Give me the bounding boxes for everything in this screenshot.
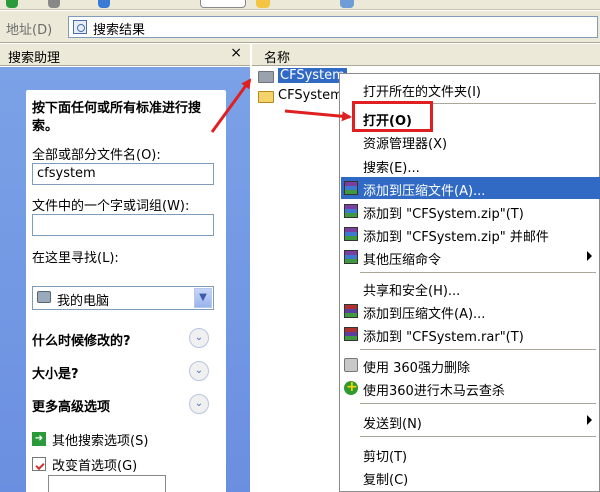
winrar-icon (344, 304, 358, 318)
up-folder-button[interactable] (98, 0, 110, 8)
folder-icon (258, 91, 274, 103)
address-path: 搜索结果 (93, 23, 146, 38)
shredder-icon (344, 358, 358, 372)
search-button[interactable] (48, 475, 166, 492)
search-panel-header: 搜索助理 × (0, 44, 250, 66)
file-name: CFSystem (278, 88, 343, 103)
chevron-down-icon[interactable]: ▼ (194, 288, 212, 308)
filename-label: 全部或部分文件名(O): (32, 148, 161, 163)
file-list-header: 名称 (252, 44, 600, 66)
menu-search[interactable]: 搜索(E)... (341, 154, 600, 176)
menu-open-containing-folder[interactable]: 打开所在的文件夹(I) (341, 78, 600, 100)
phrase-input[interactable] (32, 214, 214, 236)
close-icon[interactable]: × (230, 45, 242, 61)
menu-add-to-rar[interactable]: 添加到 "CFSystem.rar"(T) (341, 323, 600, 345)
arrow-right-icon: ➜ (32, 432, 46, 446)
menu-add-to-archive-rar[interactable]: 添加到压缩文件(A)... (341, 300, 600, 322)
menu-item-label: 复制(C) (363, 473, 409, 488)
annotation-highlight-box (352, 101, 433, 132)
other-search-options-link[interactable]: 其他搜索选项(S) (52, 430, 148, 449)
folder-icon (258, 71, 274, 83)
security-360-icon (344, 379, 358, 395)
search-form: 按下面任何或所有标准进行搜索。 全部或部分文件名(O): cfsystem 文件… (26, 90, 226, 492)
expand-advanced-icon[interactable]: ⌄ (189, 394, 209, 414)
menu-item-label: 剪切(T) (363, 450, 408, 465)
menu-item-label: 其他压缩命令 (363, 253, 442, 268)
search-panel: 按下面任何或所有标准进行搜索。 全部或部分文件名(O): cfsystem 文件… (0, 67, 250, 492)
menu-360-force-delete[interactable]: 使用 360强力删除 (341, 354, 600, 376)
lookin-select[interactable]: 我的电脑 ▼ (32, 286, 214, 310)
context-menu: 打开所在的文件夹(I) 打开(O) 资源管理器(X) 搜索(E)... 添加到压… (339, 73, 600, 492)
archive-icon (344, 181, 358, 195)
menu-item-label: 添加到压缩文件(A)... (363, 184, 486, 199)
menu-item-label: 添加到 "CFSystem.zip"(T) (363, 207, 524, 222)
menu-sharing-security[interactable]: 共享和安全(H)... (341, 277, 600, 299)
archive-icon (344, 204, 358, 218)
toolbar (0, 0, 600, 10)
folders-button[interactable] (256, 0, 270, 8)
archive-icon (344, 227, 358, 241)
menu-item-label: 打开所在的文件夹(I) (363, 85, 481, 100)
file-name: CFSystem (278, 68, 347, 83)
menu-add-to-zip-email[interactable]: 添加到 "CFSystem.zip" 并邮件 (341, 223, 600, 245)
forward-button[interactable] (48, 0, 60, 8)
menu-other-compress[interactable]: 其他压缩命令 (341, 246, 600, 268)
when-modified-label[interactable]: 什么时候修改的? (32, 330, 131, 349)
menu-360-trojan-scan[interactable]: 使用360进行木马云查杀 (341, 377, 600, 399)
submenu-arrow-icon (587, 251, 592, 261)
address-input[interactable]: 搜索结果 (68, 16, 598, 38)
filename-input[interactable]: cfsystem (32, 163, 214, 185)
menu-copy[interactable]: 复制(C) (341, 466, 600, 488)
menu-cut[interactable]: 剪切(T) (341, 443, 600, 465)
menu-item-label: 发送到(N) (363, 417, 422, 432)
search-toolbar-button[interactable] (200, 0, 246, 8)
views-button[interactable] (340, 0, 354, 8)
change-preferences-link[interactable]: 改变首选项(G) (52, 455, 137, 474)
address-label: 地址(D) (6, 23, 53, 38)
menu-add-to-archive-zip[interactable]: 添加到压缩文件(A)... (341, 177, 600, 199)
menu-add-to-zip[interactable]: 添加到 "CFSystem.zip"(T) (341, 200, 600, 222)
checklist-icon (32, 457, 46, 471)
menu-item-label: 添加到压缩文件(A)... (363, 307, 486, 322)
menu-item-label: 使用360进行木马云查杀 (363, 384, 505, 399)
menu-separator (360, 436, 596, 437)
column-header-name[interactable]: 名称 (264, 47, 290, 66)
menu-item-label: 添加到 "CFSystem.zip" 并邮件 (363, 230, 549, 245)
winrar-icon (344, 327, 358, 341)
advanced-options-label[interactable]: 更多高级选项 (32, 396, 110, 415)
address-bar: 地址(D) 搜索结果 (0, 11, 600, 43)
size-label[interactable]: 大小是? (32, 363, 79, 382)
menu-item-label: 搜索(E)... (363, 161, 420, 176)
menu-separator (360, 349, 596, 350)
menu-item-label: 共享和安全(H)... (363, 284, 461, 299)
phrase-label: 文件中的一个字或词组(W): (32, 199, 190, 214)
search-results-icon (73, 20, 87, 34)
submenu-arrow-icon (587, 415, 592, 425)
menu-item-label: 使用 360强力删除 (363, 361, 470, 376)
lookin-label: 在这里寻找(L): (32, 251, 119, 266)
menu-separator (360, 272, 596, 273)
menu-separator (360, 403, 596, 404)
menu-item-label: 添加到 "CFSystem.rar"(T) (363, 330, 524, 345)
menu-explorer[interactable]: 资源管理器(X) (341, 130, 600, 152)
back-button[interactable] (6, 0, 18, 8)
expand-when-modified-icon[interactable]: ⌄ (189, 328, 209, 348)
search-intro: 按下面任何或所有标准进行搜索。 (32, 101, 202, 134)
menu-send-to[interactable]: 发送到(N) (341, 410, 600, 432)
computer-icon (37, 291, 51, 303)
menu-item-label: 资源管理器(X) (363, 137, 448, 152)
archive-icon (344, 250, 358, 264)
lookin-value: 我的电脑 (57, 294, 110, 309)
search-panel-title: 搜索助理 (8, 51, 61, 66)
expand-size-icon[interactable]: ⌄ (189, 361, 209, 381)
